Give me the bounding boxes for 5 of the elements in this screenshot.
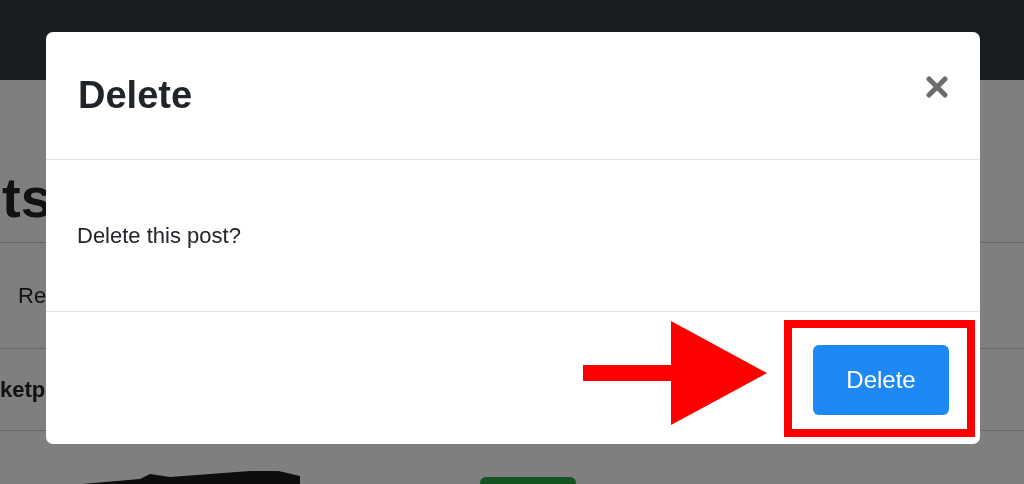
results-text: Re <box>18 282 47 309</box>
close-icon[interactable] <box>926 75 948 98</box>
delete-button[interactable]: Delete <box>813 345 949 415</box>
section-label: ketp <box>0 376 46 403</box>
modal-title: Delete <box>78 74 193 117</box>
